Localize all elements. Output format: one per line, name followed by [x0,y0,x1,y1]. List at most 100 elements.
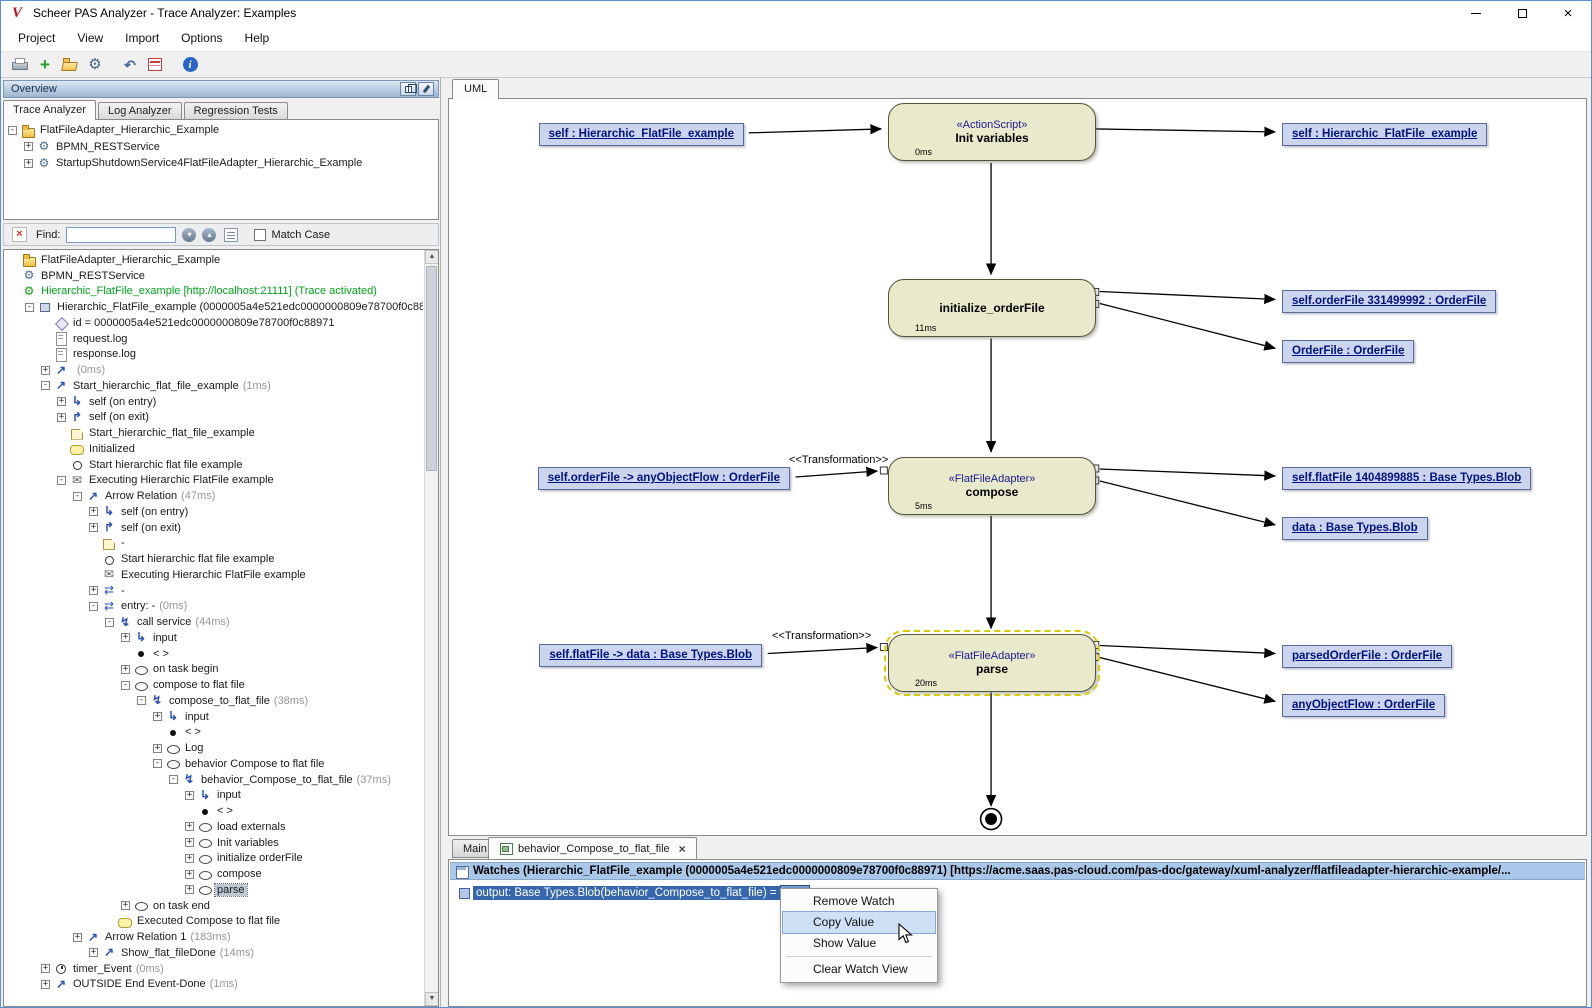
tree-item[interactable]: +timer_Event(0ms) [5,961,423,977]
expander-collapsed-icon[interactable]: + [89,507,98,516]
expander-collapsed-icon[interactable]: + [89,523,98,532]
tree-item[interactable]: response.log [5,347,423,363]
tab-uml[interactable]: UML [452,79,499,99]
menu-options[interactable]: Options [170,27,233,49]
tree-item[interactable]: - [5,536,423,552]
maximize-button[interactable] [1499,1,1545,25]
expander-collapsed-icon[interactable]: + [153,744,162,753]
object-node-self-in[interactable]: self : Hierarchic_FlatFile_example [539,123,744,146]
tree-item[interactable]: +Show_flat_fileDone(14ms) [5,945,423,961]
expander-collapsed-icon[interactable]: + [185,854,194,863]
tree-item[interactable]: -behavior_Compose_to_flat_file(37ms) [5,772,423,788]
watch-expression[interactable]: output: Base Types.Blob(behavior_Compose… [473,886,780,900]
expander-collapsed-icon[interactable]: + [24,159,33,168]
expander-expanded-icon[interactable]: - [41,381,50,390]
tree-item[interactable]: -compose_to_flat_file(38ms) [5,693,423,709]
tree-item[interactable]: +- [5,583,423,599]
tree-item[interactable]: -Arrow Relation(47ms) [5,488,423,504]
float-panel-button[interactable] [400,82,416,96]
object-node-data[interactable]: data : Base Types.Blob [1282,517,1428,540]
print-button[interactable] [9,54,31,76]
settings-button[interactable]: ⚙ [84,54,106,76]
menu-import[interactable]: Import [114,27,170,49]
object-node-self-orderfile[interactable]: self.orderFile 331499992 : OrderFile [1282,290,1496,313]
tree-item[interactable]: +compose [5,866,423,882]
pin-panel-button[interactable] [418,82,434,96]
context-menu-item-remove-watch[interactable]: Remove Watch [783,891,935,912]
scroll-down-icon[interactable]: ▼ [425,992,439,1006]
expander-collapsed-icon[interactable]: + [41,366,50,375]
tree-item[interactable]: -compose to flat file [5,677,423,693]
tree-item[interactable]: < > [5,646,423,662]
expander-expanded-icon[interactable]: - [105,618,114,627]
tree-item[interactable]: +Init variables [5,835,423,851]
tree-item[interactable]: BPMN_RESTService [5,268,423,284]
tree-item[interactable]: Start hierarchic flat file example [5,457,423,473]
menu-project[interactable]: Project [7,27,66,49]
tree-item[interactable]: +initialize orderFile [5,851,423,867]
find-prev-icon[interactable]: ▴ [202,228,216,242]
expander-collapsed-icon[interactable]: + [57,413,66,422]
tab-trace-analyzer[interactable]: Trace Analyzer [3,100,96,120]
minimize-button[interactable] [1453,1,1499,25]
expander-collapsed-icon[interactable]: + [41,980,50,989]
close-button[interactable]: × [1545,1,1591,25]
object-node-parsedorderfile[interactable]: parsedOrderFile : OrderFile [1282,645,1452,668]
expander-expanded-icon[interactable]: - [8,126,17,135]
tree-item[interactable]: Initialized [5,441,423,457]
object-node-self-flatfile[interactable]: self.flatFile 1404899885 : Base Types.Bl… [1282,467,1531,490]
expander-collapsed-icon[interactable]: + [41,964,50,973]
expander-collapsed-icon[interactable]: + [121,665,130,674]
tree-item[interactable]: < > [5,803,423,819]
tree-item[interactable]: +Arrow Relation 1(183ms) [5,929,423,945]
tree-item[interactable]: < > [5,725,423,741]
tree-item[interactable]: -Start_hierarchic_flat_file_example(1ms) [5,378,423,394]
tree-item[interactable]: -entry: -(0ms) [5,599,423,615]
tree-item[interactable]: +self (on entry) [5,504,423,520]
activity-node-init-variables[interactable]: «ActionScript» Init variables 0ms [888,103,1096,161]
expander-collapsed-icon[interactable]: + [185,822,194,831]
watch-row[interactable]: output: Base Types.Blob(behavior_Compose… [457,884,810,901]
tree-item[interactable]: id = 0000005a4e521edc0000000809e78700f0c… [5,315,423,331]
activity-node-parse[interactable]: «FlatFileAdapter» parse 20ms [888,634,1096,692]
expander-collapsed-icon[interactable]: + [185,885,194,894]
tree-scrollbar[interactable]: ▲ ▼ [424,250,438,1006]
add-button[interactable]: + [34,54,56,76]
tree-item[interactable]: Start_hierarchic_flat_file_example [5,425,423,441]
tree-item[interactable]: +self (on exit) [5,410,423,426]
tree-item[interactable]: Hierarchic_FlatFile_example [http://loca… [5,284,423,300]
object-node-anyobjectflow[interactable]: anyObjectFlow : OrderFile [1282,694,1445,717]
expander-expanded-icon[interactable]: - [169,775,178,784]
expander-collapsed-icon[interactable]: + [153,712,162,721]
expander-collapsed-icon[interactable]: + [57,397,66,406]
expander-collapsed-icon[interactable]: + [121,633,130,642]
tree-item[interactable]: request.log [5,331,423,347]
expander-expanded-icon[interactable]: - [73,492,82,501]
tab-regression-tests[interactable]: Regression Tests [184,102,288,120]
expander-collapsed-icon[interactable]: + [24,142,33,151]
tree-item[interactable]: +OUTSIDE End Event-Done(1ms) [5,977,423,993]
tree-item[interactable]: +(0ms) [5,362,423,378]
expander-collapsed-icon[interactable]: + [121,901,130,910]
tree-item[interactable]: +parse [5,882,423,898]
tree-item[interactable]: +Log [5,740,423,756]
tree-item[interactable]: +on task end [5,898,423,914]
expander-collapsed-icon[interactable]: + [73,933,82,942]
expander-collapsed-icon[interactable]: + [185,870,194,879]
tree-item[interactable]: +self (on exit) [5,520,423,536]
tree-item[interactable]: +self (on entry) [5,394,423,410]
tree-item[interactable]: FlatFileAdapter_Hierarchic_Example [5,252,423,268]
object-node-self-out[interactable]: self : Hierarchic_FlatFile_example [1282,123,1487,146]
info-button[interactable]: i [179,54,201,76]
tree-item[interactable]: Executed Compose to flat file [5,914,423,930]
expander-expanded-icon[interactable]: - [89,602,98,611]
match-case-checkbox[interactable] [254,229,266,241]
object-node-flatfile-transformation[interactable]: self.flatFile -> data : Base Types.Blob [539,644,762,667]
expander-collapsed-icon[interactable]: + [89,948,98,957]
tree-item[interactable]: +StartupShutdownService4FlatFileAdapter_… [4,155,438,172]
watches-header[interactable]: Watches (Hierarchic_FlatFile_example (00… [450,862,1585,880]
find-next-icon[interactable]: ▾ [182,228,196,242]
tree-item[interactable]: -Executing Hierarchic FlatFile example [5,473,423,489]
expander-expanded-icon[interactable]: - [25,303,34,312]
tree-item[interactable]: -behavior Compose to flat file [5,756,423,772]
